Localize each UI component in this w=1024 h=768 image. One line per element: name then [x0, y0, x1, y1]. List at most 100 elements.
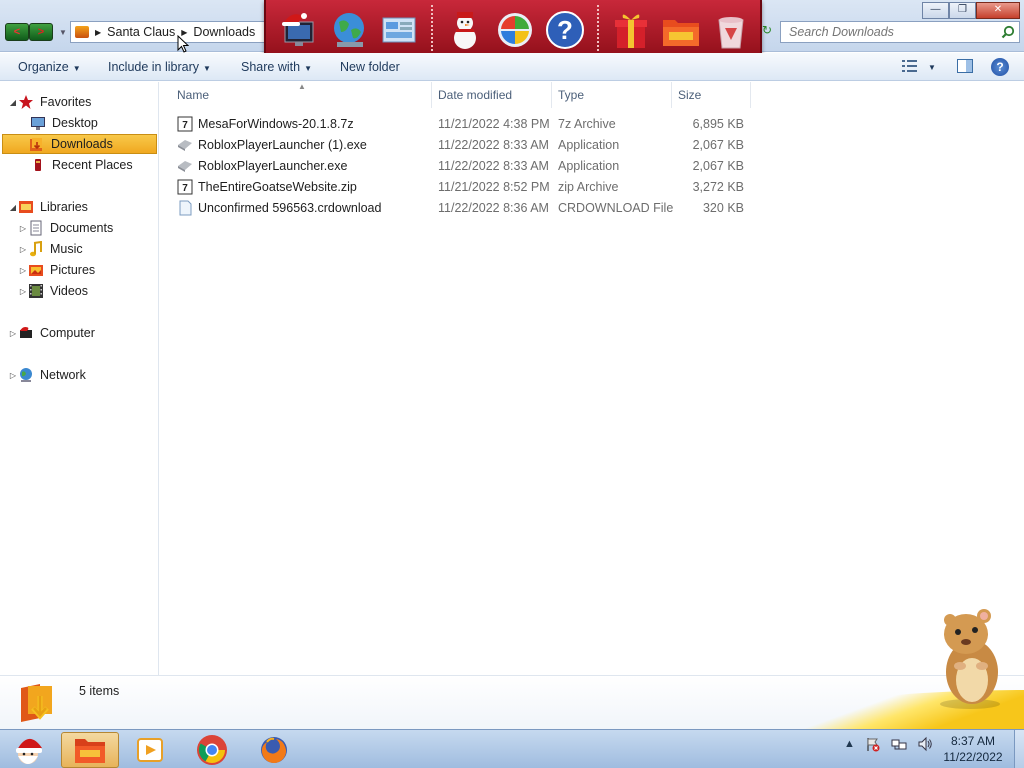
column-header-type[interactable]: Type [552, 82, 672, 108]
nav-libraries-label: Libraries [40, 200, 88, 214]
search-input[interactable] [781, 22, 991, 42]
gift-icon[interactable] [608, 7, 654, 53]
libraries-icon [18, 199, 34, 215]
nav-documents[interactable]: ▷ Documents [18, 218, 113, 238]
file-date: 11/21/2022 4:38 PM [438, 117, 550, 131]
nav-recent-places[interactable]: Recent Places [30, 155, 133, 175]
taskbar-firefox[interactable] [246, 732, 302, 768]
nav-computer[interactable]: ▷ Computer [8, 323, 95, 343]
folder-icon[interactable] [658, 7, 704, 53]
column-type-label: Type [558, 88, 585, 102]
snowman-icon[interactable] [442, 7, 488, 53]
change-view-icon[interactable] [902, 59, 920, 73]
archive-icon: 7 [177, 179, 193, 195]
recycle-bin-icon[interactable] [708, 7, 754, 53]
column-header-size[interactable]: Size [672, 82, 751, 108]
action-center-flag-icon[interactable] [865, 736, 881, 752]
volume-icon[interactable] [917, 736, 933, 752]
expand-arrow-icon[interactable]: ◢ [8, 203, 18, 212]
nav-libraries[interactable]: ◢ Libraries [8, 197, 88, 217]
globe-icon[interactable] [326, 7, 372, 53]
share-with-button[interactable]: Share with ▼ [241, 60, 312, 74]
back-button[interactable]: < [5, 23, 29, 41]
clock-date: 11/22/2022 [943, 750, 1003, 764]
minimize-button[interactable]: — [922, 2, 949, 19]
nav-videos[interactable]: ▷ Videos [18, 281, 88, 301]
blank-file-icon [179, 200, 192, 216]
nav-downloads[interactable]: Downloads [2, 134, 157, 154]
expand-arrow-icon[interactable]: ▷ [8, 329, 18, 338]
expand-arrow-icon[interactable]: ◢ [8, 98, 18, 107]
file-size: 3,272 KB [692, 180, 744, 194]
address-bar[interactable]: ▶ Santa Claus ▶ Downloads [70, 21, 270, 43]
close-button[interactable]: ✕ [976, 2, 1020, 19]
file-row[interactable]: 7 TheEntireGoatseWebsite.zip 11/21/2022 … [177, 177, 757, 198]
preview-pane-button[interactable] [957, 59, 973, 73]
nav-desktop[interactable]: Desktop [30, 113, 98, 133]
pictures-icon [28, 262, 44, 278]
file-list: Name ▲ Date modified Type Size 7 MesaFor… [160, 82, 1024, 675]
help-button[interactable]: ? [991, 58, 1009, 76]
clock[interactable]: 8:37 AM 11/22/2022 [940, 733, 1006, 765]
show-hidden-icons-icon[interactable]: ▲ [844, 738, 855, 750]
organize-label: Organize [18, 60, 69, 74]
breadcrumb-downloads[interactable]: Downloads [193, 25, 255, 39]
computer-santa-icon[interactable] [276, 7, 322, 53]
svg-text:7: 7 [182, 120, 188, 131]
file-size: 6,895 KB [692, 117, 744, 131]
taskbar-explorer[interactable] [61, 732, 119, 768]
recent-pages-dropdown[interactable]: ▼ [59, 28, 67, 37]
search-icon[interactable] [1001, 25, 1015, 39]
maximize-button[interactable]: ❐ [949, 2, 976, 19]
search-box[interactable] [780, 21, 1020, 43]
file-row[interactable]: Unconfirmed 596563.crdownload 11/22/2022… [177, 198, 757, 219]
expand-arrow-icon[interactable]: ▷ [18, 287, 28, 296]
windows-logo-icon[interactable] [492, 7, 538, 53]
share-with-label: Share with [241, 60, 301, 74]
file-row[interactable]: RobloxPlayerLauncher (1).exe 11/22/2022 … [177, 135, 757, 156]
nav-network[interactable]: ▷ Network [8, 365, 86, 385]
help-icon[interactable]: ? [542, 7, 588, 53]
file-type: CRDOWNLOAD File [558, 201, 674, 215]
file-name: TheEntireGoatseWebsite.zip [198, 180, 357, 194]
column-header-name[interactable]: Name [160, 82, 432, 108]
documents-icon [28, 220, 44, 236]
breadcrumb-santa-claus[interactable]: Santa Claus [107, 25, 175, 39]
nav-music[interactable]: ▷ Music [18, 239, 83, 259]
include-in-library-button[interactable]: Include in library ▼ [108, 60, 211, 74]
breadcrumb-arrow-icon[interactable]: ▶ [95, 28, 101, 37]
refresh-button[interactable]: ↻ [762, 23, 774, 41]
nav-favorites[interactable]: ◢ Favorites [8, 92, 91, 112]
application-icon [178, 161, 192, 172]
file-row[interactable]: RobloxPlayerLauncher.exe 11/22/2022 8:33… [177, 156, 757, 177]
network-status-icon[interactable] [891, 736, 907, 752]
svg-text:7: 7 [182, 183, 188, 194]
downloads-folder-icon [21, 684, 52, 722]
expand-arrow-icon[interactable]: ▷ [8, 371, 18, 380]
svg-text:?: ? [557, 15, 573, 45]
new-folder-button[interactable]: New folder [340, 60, 400, 74]
file-row[interactable]: 7 MesaForWindows-20.1.8.7z 11/21/2022 4:… [177, 114, 757, 135]
taskbar: ▲ 8:37 AM 11/22/2022 [0, 729, 1024, 768]
dock-separator [431, 5, 433, 55]
nav-music-label: Music [50, 242, 83, 256]
nav-computer-label: Computer [40, 326, 95, 340]
back-arrow-icon: < [13, 26, 21, 38]
start-santa-icon [16, 738, 42, 764]
taskbar-media-player[interactable] [122, 732, 178, 768]
expand-arrow-icon[interactable]: ▷ [18, 224, 28, 233]
control-panel-icon[interactable] [376, 7, 422, 53]
column-header-date[interactable]: Date modified [432, 82, 552, 108]
taskbar-chrome[interactable] [184, 732, 240, 768]
expand-arrow-icon[interactable]: ▷ [18, 245, 28, 254]
forward-button[interactable]: > [29, 23, 53, 41]
organize-button[interactable]: Organize ▼ [18, 60, 81, 74]
start-button[interactable] [0, 732, 56, 768]
show-desktop-button[interactable] [1014, 730, 1024, 768]
view-options-chevron-icon[interactable]: ▼ [928, 63, 936, 72]
nav-pictures[interactable]: ▷ Pictures [18, 260, 95, 280]
file-date: 11/22/2022 8:36 AM [438, 201, 549, 215]
expand-arrow-icon[interactable]: ▷ [18, 266, 28, 275]
file-size: 2,067 KB [692, 159, 744, 173]
computer-icon [18, 325, 34, 341]
